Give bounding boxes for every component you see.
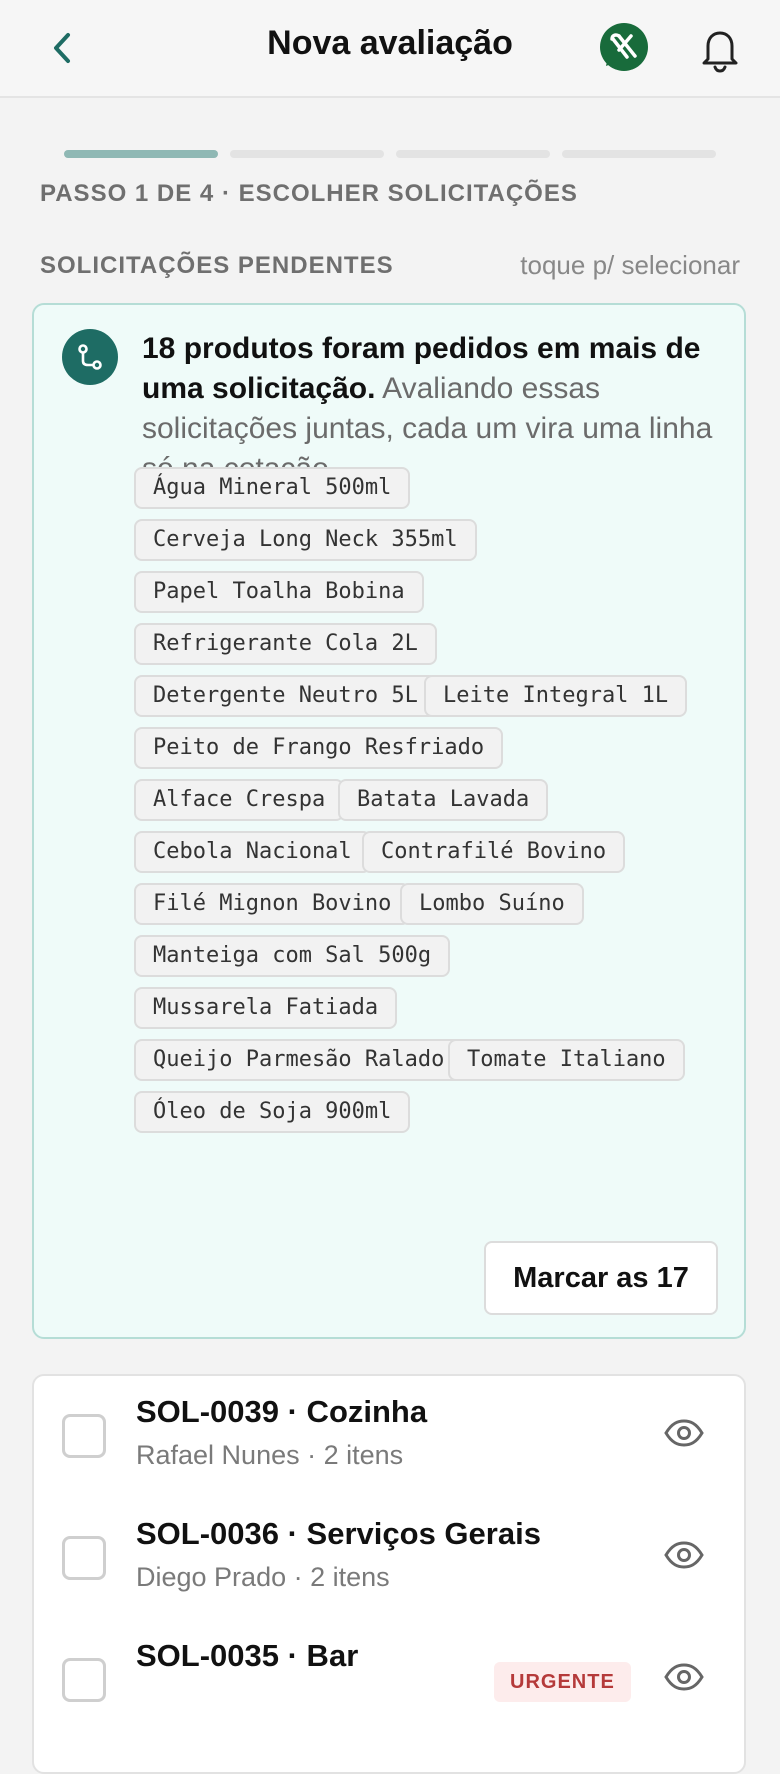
product-chip: Filé Mignon Bovino [134, 883, 411, 925]
product-chip: Detergente Neutro 5L [134, 675, 437, 717]
request-row[interactable]: SOL-0039 · Cozinha Rafael Nunes · 2 iten… [34, 1376, 744, 1498]
request-title: SOL-0035 · Bar [136, 1638, 359, 1673]
request-checkbox[interactable] [62, 1414, 106, 1458]
request-row[interactable]: SOL-0035 · Bar URGENTE [34, 1620, 744, 1742]
request-subtitle: Diego Prado · 2 itens [136, 1562, 390, 1592]
mark-all-button[interactable]: Marcar as 17 [484, 1241, 718, 1315]
step-progress-bar [64, 150, 716, 158]
product-chip: Contrafilé Bovino [362, 831, 626, 873]
notifications-button[interactable] [694, 24, 746, 76]
product-chip: Alface Crespa [134, 779, 345, 821]
duplicate-products-card: 18 produtos foram pedidos em mais de uma… [32, 303, 746, 1339]
app-header: Nova avaliação [0, 0, 780, 98]
request-subtitle: Rafael Nunes · 2 itens [136, 1440, 404, 1470]
bell-icon [702, 31, 738, 73]
page-title: Nova avaliação [267, 24, 513, 62]
product-chip: Papel Toalha Bobina [134, 571, 424, 613]
product-chip: Água Mineral 500ml [134, 467, 411, 509]
product-chip: Peito de Frango Resfriado [134, 727, 504, 769]
request-checkbox[interactable] [62, 1658, 106, 1702]
product-chip: Manteiga com Sal 500g [134, 935, 451, 977]
progress-segment-3 [396, 150, 550, 158]
request-title: SOL-0036 · Serviços Gerais [136, 1516, 541, 1551]
product-chip: Cerveja Long Neck 355ml [134, 519, 477, 561]
request-title: SOL-0039 · Cozinha [136, 1394, 428, 1429]
eye-icon[interactable] [664, 1418, 704, 1448]
eye-icon[interactable] [664, 1540, 704, 1570]
product-chip: Queijo Parmesão Ralado [134, 1039, 464, 1081]
requests-list: SOL-0039 · Cozinha Rafael Nunes · 2 iten… [32, 1374, 746, 1774]
step-label: PASSO 1 DE 4 · ESCOLHER SOLICITAÇÕES [40, 180, 578, 207]
section-title: SOLICITAÇÕES PENDENTES [40, 252, 394, 279]
product-chip: Refrigerante Cola 2L [134, 623, 437, 665]
duplicate-products-message: 18 produtos foram pedidos em mais de uma… [142, 329, 722, 489]
product-chip: Tomate Italiano [448, 1039, 685, 1081]
progress-segment-4 [562, 150, 716, 158]
product-chip: Óleo de Soja 900ml [134, 1091, 411, 1133]
chevron-left-icon [54, 33, 70, 63]
merge-icon [62, 329, 118, 385]
product-chip: Leite Integral 1L [424, 675, 688, 717]
product-chip: Cebola Nacional [134, 831, 371, 873]
request-checkbox[interactable] [62, 1536, 106, 1580]
section-hint: toque p/ selecionar [520, 250, 740, 280]
progress-segment-1 [64, 150, 218, 158]
product-chip: Batata Lavada [338, 779, 549, 821]
request-row[interactable]: SOL-0036 · Serviços Gerais Diego Prado ·… [34, 1498, 744, 1620]
urgent-badge: URGENTE [494, 1662, 631, 1702]
product-chip: Lombo Suíno [400, 883, 584, 925]
back-button[interactable] [40, 26, 84, 70]
product-chip: Mussarela Fatiada [134, 987, 398, 1029]
progress-segment-2 [230, 150, 384, 158]
brand-chat-logo-icon[interactable] [598, 22, 650, 74]
